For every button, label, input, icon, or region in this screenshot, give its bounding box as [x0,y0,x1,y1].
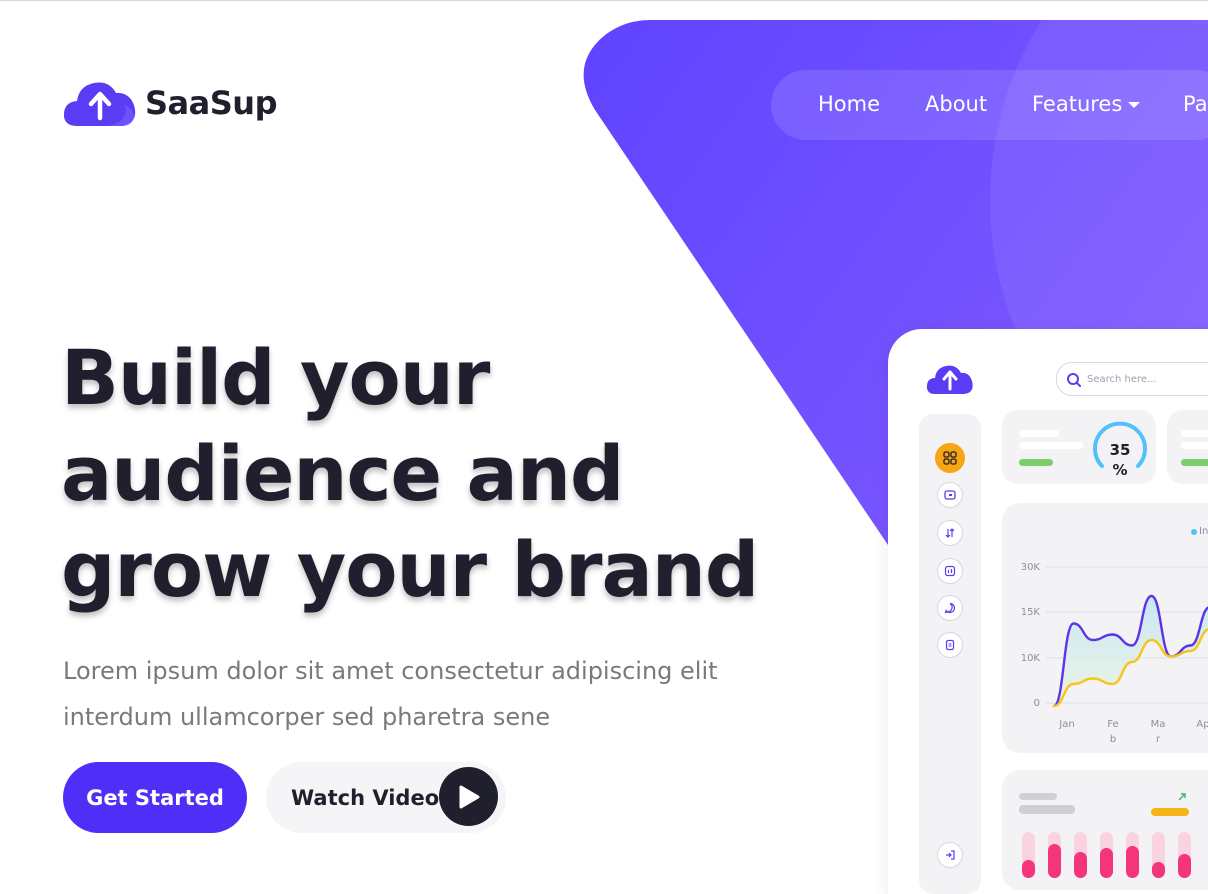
landing-page: SaaSup Home About Features Pa Build your… [0,0,1208,894]
line-chart [1046,566,1208,708]
mini-bar [1048,844,1061,878]
placeholder-bar [1019,805,1075,814]
chart-plot [1046,566,1208,708]
placeholder-bar [1019,793,1057,800]
mini-bar [1022,860,1035,878]
mini-bar [1178,854,1191,878]
highlight-bar [1151,808,1189,816]
mini-bar [1126,846,1139,878]
mini-bar [1100,848,1113,878]
trend-up-icon [1178,793,1186,801]
mini-bar [1152,862,1165,878]
mini-bar [1074,852,1087,878]
